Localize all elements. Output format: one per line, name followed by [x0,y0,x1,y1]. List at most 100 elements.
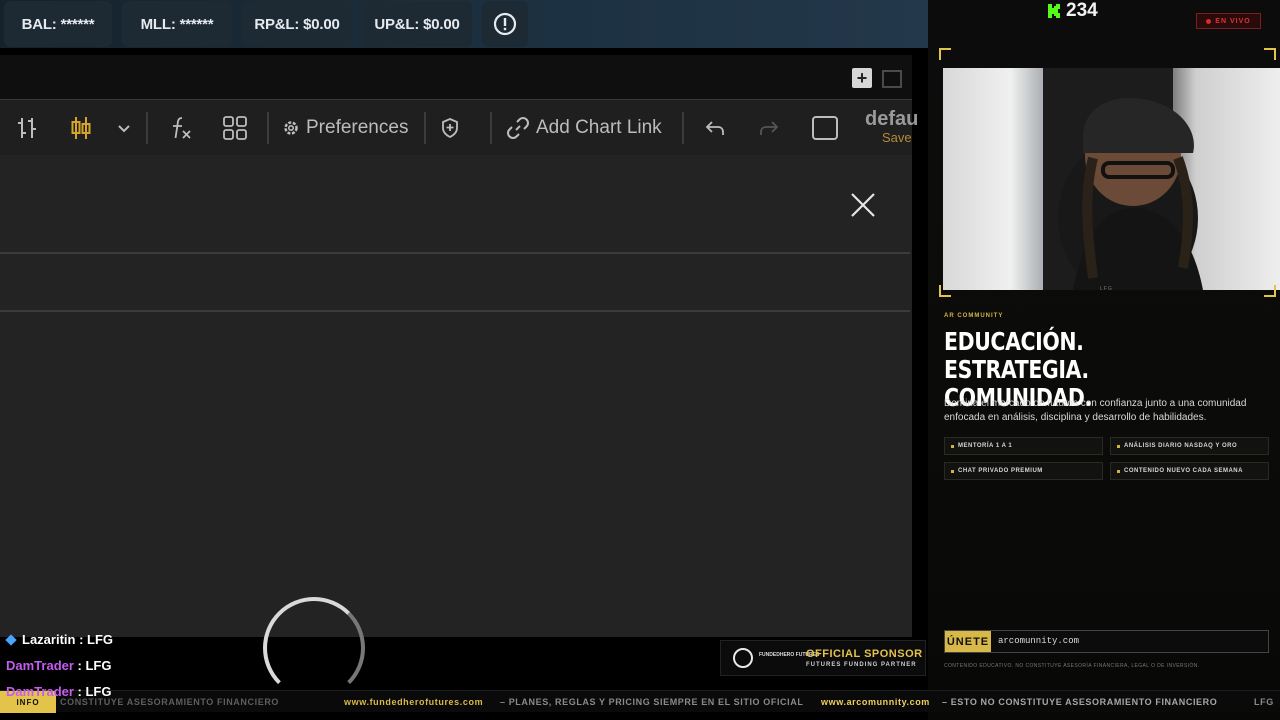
function-icon [173,117,191,139]
chat-text: LFG [87,632,114,647]
sponsor-title: OFFICIAL SPONSOR [806,648,923,660]
template-name[interactable]: defau [865,108,918,131]
add-window-button[interactable]: + [852,68,872,88]
unrealized-pnl-stat: UP&L: $0.00 [362,1,472,47]
save-template-link[interactable]: Save [882,130,912,145]
kick-logo-icon [1048,4,1060,18]
panel-divider [0,252,910,254]
feature-label: CONTENIDO NUEVO CADA SEMANA [1124,468,1243,474]
balance-stat: BAL: ****** [4,1,112,47]
webcam-feed [943,68,1280,290]
alert-icon [493,12,517,36]
sponsor-logo-icon [733,648,753,668]
viewer-count: 234 [1066,0,1098,21]
realized-pnl-stat: RP&L: $0.00 [242,1,352,47]
ticker-item: – PLANES, REGLAS Y PRICING SIEMPRE EN EL… [500,697,804,707]
chat-username: Lazaritin [22,632,76,647]
preferences-label: Preferences [306,117,409,138]
redo-button[interactable] [758,100,780,156]
chat-username: DamTrader [6,658,74,673]
gear-icon [284,121,298,135]
toolbar-divider [424,112,426,144]
chevron-down-icon [118,125,130,133]
layout-button[interactable] [222,100,248,156]
live-badge: EN VIVO [1196,13,1261,29]
bar-type-button[interactable] [14,100,40,156]
frame-corner [939,285,951,297]
shield-icon [442,118,458,139]
chat-text: LFG [85,658,112,673]
toolbar-divider [682,112,684,144]
legal-disclaimer: CONTENIDO EDUCATIVO. NO CONSTITUYE ASESO… [944,663,1200,669]
link-icon [507,117,529,139]
join-banner: ÚNETE arcomunnity.com [944,630,1269,653]
chart-type-dropdown[interactable] [116,100,132,156]
bullet-icon [951,444,954,448]
shield-button[interactable] [440,100,460,156]
chat-username: DamTrader [6,684,74,699]
stream-screen: BAL: ****** MLL: ****** RP&L: $0.00 UP&L… [0,0,1280,720]
chat-message: DamTrader : LFG [6,684,111,702]
frame-corner [1264,285,1276,297]
mll-stat: MLL: ****** [122,1,232,47]
chat-message: DamTrader : LFG [6,658,111,676]
chat-separator: : [75,632,88,647]
cam-label: LFG [1100,286,1113,292]
bullet-icon [1117,444,1120,448]
window-title-bar: + [0,55,912,99]
community-description: Domina el mercado de futuros con confian… [944,398,1247,423]
candlestick-button[interactable] [68,100,94,156]
chart-toolbar: Preferences Add Chart Link defau Save [0,99,918,156]
add-chart-link-button[interactable]: Add Chart Link [506,100,662,156]
fullscreen-button[interactable] [811,100,839,156]
join-button[interactable]: ÚNETE [945,631,991,652]
grid-icon [223,116,247,140]
ticker-item: – ESTO NO CONSTITUYE ASESORAMIENTO FINAN… [942,697,1218,707]
chat-separator: : [73,684,86,699]
feature-label: ANÁLISIS DIARIO NASDAQ Y ORO [1124,443,1238,449]
bottom-ticker: INFO CONSTITUYE ASESORAMIENTO FINANCIERO… [0,690,1280,713]
add-chart-link-label: Add Chart Link [536,117,662,138]
undo-button[interactable] [704,100,726,156]
chat-message: Lazaritin : LFG [5,632,114,650]
candlestick-icon [71,117,91,139]
redo-icon [760,121,779,135]
feature-item: CONTENIDO NUEVO CADA SEMANA [1110,462,1269,480]
alert-button[interactable] [482,1,528,47]
chart-window: + Preferences Add Chart Link defau Save [0,55,918,699]
maximize-button[interactable] [882,70,902,88]
account-stats-bar: BAL: ****** MLL: ****** RP&L: $0.00 UP&L… [0,0,928,48]
chat-text: LFG [85,684,112,699]
undo-icon [705,121,724,135]
toolbar-divider [267,112,269,144]
preferences-button[interactable]: Preferences [282,100,408,156]
feature-label: MENTORÍA 1 A 1 [958,443,1013,449]
indicators-button[interactable] [168,100,194,156]
feature-item: CHAT PRIVADO PREMIUM [944,462,1103,480]
close-icon[interactable] [848,190,878,220]
ticker-url: www.arcomunnity.com [821,697,930,707]
square-icon [812,116,838,140]
bars-icon [18,118,36,138]
viewer-counter: 234 [1048,0,1098,22]
bullet-icon [951,469,954,473]
chat-separator: : [73,658,86,673]
streamer-image [1043,68,1203,290]
toolbar-divider [146,112,148,144]
frame-corner [1264,48,1276,60]
sponsor-banner: FUNDEDHERO FUTURES OFFICIAL SPONSOR FUTU… [720,640,926,676]
toolbar-divider [490,112,492,144]
feature-item: ANÁLISIS DIARIO NASDAQ Y ORO [1110,437,1269,455]
join-url[interactable]: arcomunnity.com [998,636,1079,646]
subscriber-badge-icon [5,634,17,646]
sponsor-subtitle: FUTURES FUNDING PARTNER [806,662,917,668]
feature-label: CHAT PRIVADO PREMIUM [958,468,1043,474]
ticker-item: LFG [1254,697,1274,707]
bullet-icon [1117,469,1120,473]
live-dot-icon [1206,18,1212,24]
frame-corner [939,48,951,60]
headline-line-1: EDUCACIÓN. ESTRATEGIA. [944,327,1089,384]
ticker-url: www.fundedherofutures.com [344,697,484,707]
community-kicker: AR COMMUNITY [944,313,1004,319]
panel-divider [0,310,910,312]
